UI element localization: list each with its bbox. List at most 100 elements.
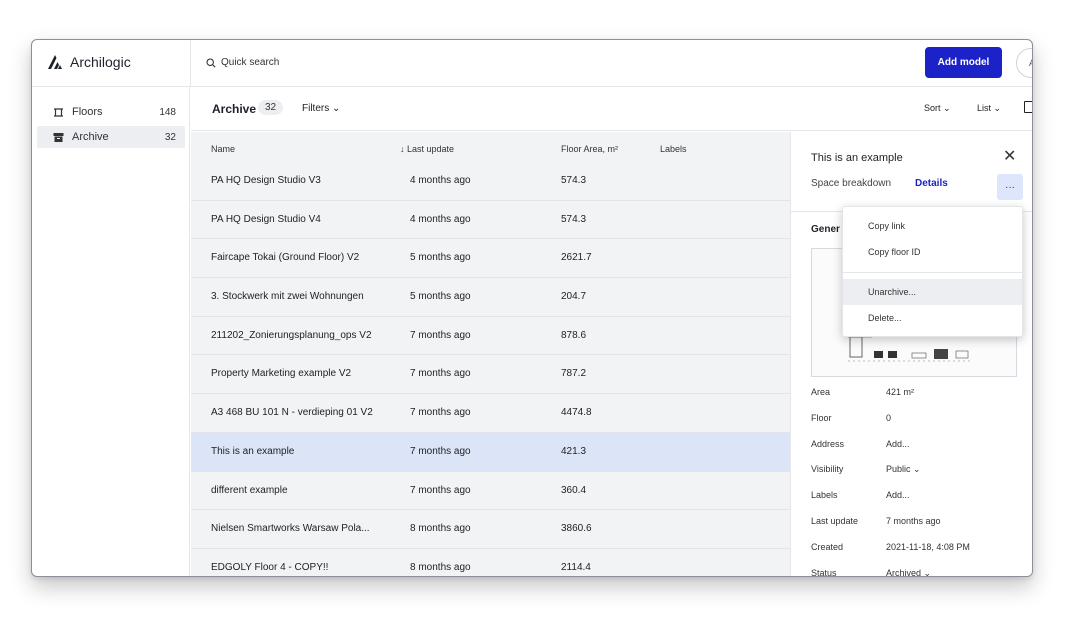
detail-field-value[interactable]: Public ⌄ [886, 464, 921, 475]
table-header: Name ↓ Last update Floor Area, m² Labels [191, 132, 790, 165]
detail-field-label: Visibility [811, 464, 844, 475]
more-options-button[interactable]: ··· [997, 174, 1023, 200]
cell-last-update: 4 months ago [410, 213, 471, 225]
detail-field: Created 2021-11-18, 4:08 PM [811, 542, 1021, 568]
table-row[interactable]: EDGOLY Floor 4 - COPY!! 8 months ago 2114.… [191, 548, 790, 576]
table-row[interactable]: 211202_Zonierungsplanung_ops V2 7 months … [191, 316, 790, 356]
panel-title: This is an example [811, 152, 903, 164]
cell-floor-area: 3860.6 [561, 523, 592, 535]
cell-floor-area: 2114.4 [561, 561, 591, 573]
detail-field-value[interactable]: 421 m² [886, 387, 914, 397]
table-row[interactable]: Faircape Tokai (Ground Floor) V2 5 months… [191, 239, 790, 279]
column-header-last-update[interactable]: ↓ Last update [400, 144, 454, 154]
detail-field: Floor 0 [811, 413, 1021, 439]
table-row[interactable]: PA HQ Design Studio V3 4 months ago 574.3 [191, 162, 790, 201]
detail-field-value[interactable]: 7 months ago [886, 516, 941, 526]
view-dropdown[interactable]: List ⌄ [977, 103, 1001, 114]
filters-dropdown[interactable]: Filters ⌄ [302, 103, 340, 114]
toggle-panel-icon[interactable] [1024, 101, 1032, 113]
sidebar-item-label: Archive [72, 131, 109, 143]
add-model-button[interactable]: Add model [925, 47, 1002, 78]
cell-name: PA HQ Design Studio V3 [211, 175, 321, 186]
cell-floor-area: 787.2 [561, 368, 587, 380]
cell-last-update: 5 months ago [410, 291, 471, 303]
cell-name: 3. Stockwerk mit zwei Wohnungen [211, 291, 364, 303]
detail-field-value[interactable]: Add... [886, 490, 910, 500]
sidebar-item-archive[interactable]: Archive 32 [37, 126, 185, 148]
cell-floor-area: 2621.7 [561, 252, 592, 264]
details-panel: This is an example ✕ Space breakdown Det… [790, 132, 1032, 576]
cell-name: Nielsen Smartworks Warsaw Pola... [211, 523, 370, 535]
detail-field-label: Status [811, 567, 837, 576]
cell-name: PA HQ Design Studio V4 [211, 213, 321, 225]
section-title: Gener [811, 224, 840, 235]
cell-last-update: 8 months ago [410, 523, 471, 535]
table-row[interactable]: This is an example 7 months ago 421.3 [191, 432, 790, 472]
cell-floor-area: 421.3 [561, 445, 587, 457]
detail-field: Area 421 m² [811, 387, 1021, 413]
search-icon [206, 57, 216, 68]
detail-field: Address Add... [811, 439, 1021, 465]
floors-icon [54, 107, 63, 117]
detail-field: Visibility Public ⌄ [811, 464, 1021, 490]
chevron-down-icon: ⌄ [332, 103, 341, 114]
page-title: Archive [212, 102, 257, 116]
chevron-down-icon: ⌄ [993, 103, 1002, 113]
table-row[interactable]: Nielsen Smartworks Warsaw Pola... 8 month… [191, 510, 790, 549]
table-row[interactable]: different example 7 months ago 360.4 [191, 471, 790, 511]
detail-field-value[interactable]: 2021-11-18, 4:08 PM [886, 542, 970, 552]
avatar[interactable]: A [1016, 48, 1032, 78]
column-header-labels[interactable]: Labels [660, 144, 687, 154]
sidebar-item-count: 148 [159, 106, 176, 118]
tab-details[interactable]: Details [915, 178, 948, 189]
cell-last-update: 7 months ago [410, 445, 471, 457]
cell-last-update: 7 months ago [410, 329, 471, 341]
column-header-floor-area[interactable]: Floor Area, m² [561, 144, 618, 154]
top-bar: Archilogic Quick search Add model A [32, 40, 1032, 87]
detail-field-value[interactable]: 0 [886, 413, 891, 423]
detail-field-value[interactable]: Add... [886, 439, 910, 449]
cell-floor-area: 878.6 [561, 329, 587, 341]
cell-floor-area: 4474.8 [561, 407, 592, 419]
table-row[interactable]: Property Marketing example V2 7 months ag… [191, 355, 790, 395]
cell-name: Faircape Tokai (Ground Floor) V2 [211, 252, 360, 264]
cell-name: Property Marketing example V2 [211, 368, 352, 380]
column-header-name[interactable]: Name [211, 144, 235, 154]
menu-item-delete[interactable]: Delete... [843, 305, 1022, 331]
cell-name: A3 468 BU 101 N - verdieping 01 V2 [211, 407, 373, 419]
detail-field: Labels Add... [811, 490, 1021, 516]
chevron-down-icon: ⌄ [943, 103, 951, 113]
menu-item-unarchive[interactable]: Unarchive... [843, 279, 1022, 305]
sort-label: Sort [924, 103, 941, 113]
detail-field-value[interactable]: Archived ⌄ [886, 568, 931, 576]
sidebar-item-label: Floors [72, 106, 103, 118]
detail-field-label: Floor [811, 412, 832, 423]
table-row[interactable]: 3. Stockwerk mit zwei Wohnungen 5 months … [191, 278, 790, 317]
menu-item-copy-link[interactable]: Copy link [843, 213, 1022, 239]
archilogic-logo-icon [48, 55, 62, 69]
brand[interactable]: Archilogic [46, 53, 131, 71]
close-icon[interactable]: ✕ [1003, 146, 1016, 166]
detail-field: Last update 7 months ago [811, 516, 1021, 542]
cell-last-update: 5 months ago [410, 252, 471, 264]
archive-icon [53, 132, 64, 142]
details-fields: Area 421 m² Floor 0 Address Add... Visibility P… [811, 387, 1021, 576]
menu-item-copy-floor-id[interactable]: Copy floor ID [843, 239, 1022, 265]
search-input[interactable]: Quick search [206, 57, 279, 68]
view-label: List [977, 103, 992, 113]
more-options-menu: Copy link Copy floor ID Unarchive... Del… [842, 206, 1023, 337]
table-row[interactable]: A3 468 BU 101 N - verdieping 01 V2 7 mont… [191, 394, 790, 433]
cell-floor-area: 574.3 [561, 213, 587, 225]
tab-space-breakdown[interactable]: Space breakdown [811, 178, 891, 189]
list-toolbar: Archive 32 Filters ⌄ Sort ⌄ List ⌄ [191, 87, 1032, 131]
cell-floor-area: 204.7 [561, 291, 587, 303]
detail-field-label: Area [811, 387, 831, 397]
floors-table: Name ↓ Last update Floor Area, m² Labels… [191, 132, 790, 576]
sort-dropdown[interactable]: Sort ⌄ [924, 103, 951, 114]
cell-last-update: 7 months ago [410, 407, 471, 419]
app-name: Archilogic [70, 54, 131, 70]
header-divider [190, 40, 191, 86]
table-row[interactable]: PA HQ Design Studio V4 4 months ago 574.3 [191, 200, 790, 240]
menu-divider [843, 272, 1022, 273]
sidebar-item-floors[interactable]: Floors 148 [37, 101, 185, 123]
